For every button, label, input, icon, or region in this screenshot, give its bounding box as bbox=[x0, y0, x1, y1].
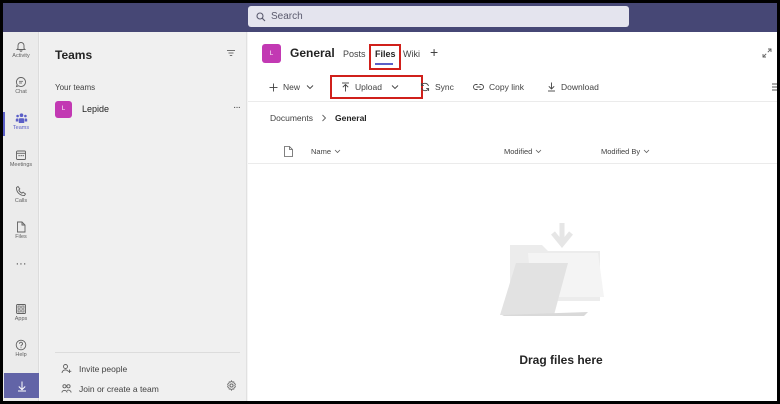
app-rail: Activity Chat Teams Meetings Calls Files… bbox=[3, 32, 39, 401]
new-label: New bbox=[283, 82, 301, 92]
rail-files[interactable]: Files bbox=[3, 221, 39, 240]
expand-icon[interactable] bbox=[762, 48, 772, 58]
search-icon bbox=[256, 11, 266, 21]
title-bar: Search bbox=[3, 3, 777, 32]
apps-icon bbox=[16, 304, 26, 314]
copy-link-label: Copy link bbox=[489, 82, 524, 92]
rail-help[interactable]: Help bbox=[3, 339, 39, 358]
teams-panel: Teams Your teams L Lepide ··· Invite peo… bbox=[40, 32, 247, 401]
empty-state-message: Drag files here bbox=[519, 353, 603, 367]
link-icon bbox=[473, 84, 484, 90]
gear-icon[interactable] bbox=[226, 380, 237, 391]
column-modified-by[interactable]: Modified By bbox=[601, 147, 650, 156]
channel-main: L General Posts Files Wiki + New Upload … bbox=[248, 32, 777, 401]
rail-teams[interactable]: Teams bbox=[3, 112, 39, 136]
rail-chat-label: Chat bbox=[15, 89, 27, 95]
rail-more-apps[interactable]: ··· bbox=[3, 258, 39, 270]
column-name[interactable]: Name bbox=[311, 147, 341, 156]
file-list-header: Name Modified Modified By bbox=[248, 140, 777, 164]
invite-people-label: Invite people bbox=[79, 363, 128, 374]
empty-folder-illustration bbox=[500, 223, 604, 316]
chevron-down-icon bbox=[643, 149, 650, 154]
phone-icon bbox=[16, 185, 27, 196]
team-join-icon bbox=[61, 384, 72, 393]
column-modified[interactable]: Modified bbox=[504, 147, 542, 156]
add-tab-button[interactable]: + bbox=[430, 44, 438, 60]
rail-calls-label: Calls bbox=[14, 198, 28, 204]
column-modified-by-label: Modified By bbox=[601, 147, 641, 156]
teams-window: Search Activity Chat Teams Meetings Call… bbox=[3, 3, 777, 401]
new-button[interactable]: New bbox=[269, 82, 319, 92]
team-more-options-icon[interactable]: ··· bbox=[233, 102, 241, 113]
files-tab-highlight bbox=[369, 44, 401, 70]
download-label: Download bbox=[561, 82, 599, 92]
chevron-down-icon bbox=[306, 85, 314, 90]
files-toolbar: New Upload Sync Copy link Download bbox=[248, 72, 777, 102]
sync-icon bbox=[420, 82, 430, 92]
download-app-button[interactable] bbox=[4, 373, 39, 398]
team-avatar: L bbox=[55, 100, 72, 118]
rail-teams-label: Teams bbox=[12, 125, 30, 131]
rail-help-label: Help bbox=[15, 352, 27, 358]
sync-button[interactable]: Sync bbox=[420, 82, 454, 92]
rail-meetings-label: Meetings bbox=[9, 162, 33, 168]
calendar-icon bbox=[16, 150, 26, 160]
sync-label: Sync bbox=[435, 82, 454, 92]
rail-apps-label: Apps bbox=[14, 316, 28, 322]
channel-avatar: L bbox=[262, 44, 281, 63]
breadcrumb-current: General bbox=[335, 113, 367, 123]
rail-activity-label: Activity bbox=[12, 53, 30, 59]
join-create-team-label: Join or create a team bbox=[79, 383, 159, 394]
bell-icon bbox=[15, 42, 27, 52]
column-modified-label: Modified bbox=[504, 147, 533, 156]
join-create-team-button[interactable]: Join or create a team bbox=[61, 383, 159, 394]
help-icon bbox=[15, 339, 27, 351]
overflow-menu-icon[interactable] bbox=[772, 83, 777, 91]
chevron-down-icon bbox=[334, 149, 341, 154]
chevron-right-icon bbox=[322, 114, 327, 122]
tab-wiki[interactable]: Wiki bbox=[403, 49, 420, 59]
search-placeholder: Search bbox=[271, 11, 303, 22]
divider bbox=[55, 352, 240, 353]
rail-calls[interactable]: Calls bbox=[3, 185, 39, 204]
add-person-icon bbox=[61, 364, 72, 374]
plus-icon bbox=[269, 83, 278, 91]
file-icon bbox=[17, 221, 26, 233]
rail-chat[interactable]: Chat bbox=[3, 76, 39, 95]
download-icon bbox=[548, 82, 555, 92]
breadcrumb: Documents General bbox=[270, 113, 367, 123]
team-item-lepide[interactable]: L Lepide ··· bbox=[55, 100, 241, 118]
chevron-down-icon bbox=[536, 149, 542, 154]
column-name-label: Name bbox=[311, 147, 332, 156]
invite-people-button[interactable]: Invite people bbox=[61, 363, 127, 374]
rail-meetings[interactable]: Meetings bbox=[3, 149, 39, 168]
filter-icon[interactable] bbox=[226, 48, 236, 58]
your-teams-heading: Your teams bbox=[55, 83, 96, 92]
more-icon: ··· bbox=[15, 258, 27, 270]
rail-apps[interactable]: Apps bbox=[3, 303, 39, 322]
rail-activity[interactable]: Activity bbox=[3, 40, 39, 59]
teams-panel-title: Teams bbox=[55, 48, 93, 62]
download-button[interactable]: Download bbox=[547, 82, 599, 92]
search-box[interactable]: Search bbox=[248, 6, 629, 27]
team-name: Lepide bbox=[82, 104, 110, 114]
tab-posts[interactable]: Posts bbox=[343, 49, 366, 59]
file-type-icon bbox=[284, 146, 293, 157]
chat-icon bbox=[15, 77, 26, 88]
arrow-down-icon bbox=[17, 381, 26, 391]
teams-icon bbox=[15, 113, 27, 123]
breadcrumb-documents[interactable]: Documents bbox=[270, 113, 313, 123]
channel-name: General bbox=[290, 46, 335, 60]
upload-highlight bbox=[330, 75, 423, 99]
copy-link-button[interactable]: Copy link bbox=[473, 82, 524, 92]
rail-files-label: Files bbox=[15, 234, 27, 240]
